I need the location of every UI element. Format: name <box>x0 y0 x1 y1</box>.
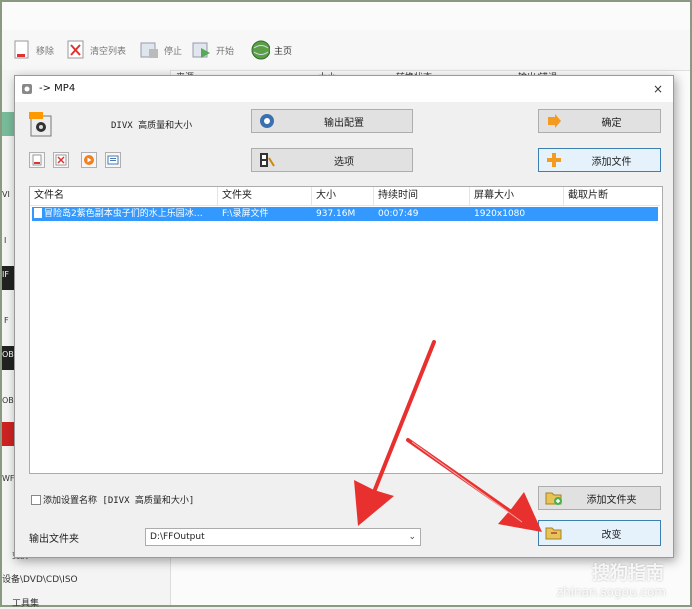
watermark-logo: 搜狗指南 <box>592 563 664 584</box>
annotation-arrows <box>354 340 542 532</box>
red-arrow-icon <box>354 340 542 532</box>
window-frame: 移除 清空列表 停止 开始 主页 VI I IF F OB OB WF 设备\D… <box>0 0 692 609</box>
watermark-url: zhinan.sogou.com <box>556 585 666 599</box>
